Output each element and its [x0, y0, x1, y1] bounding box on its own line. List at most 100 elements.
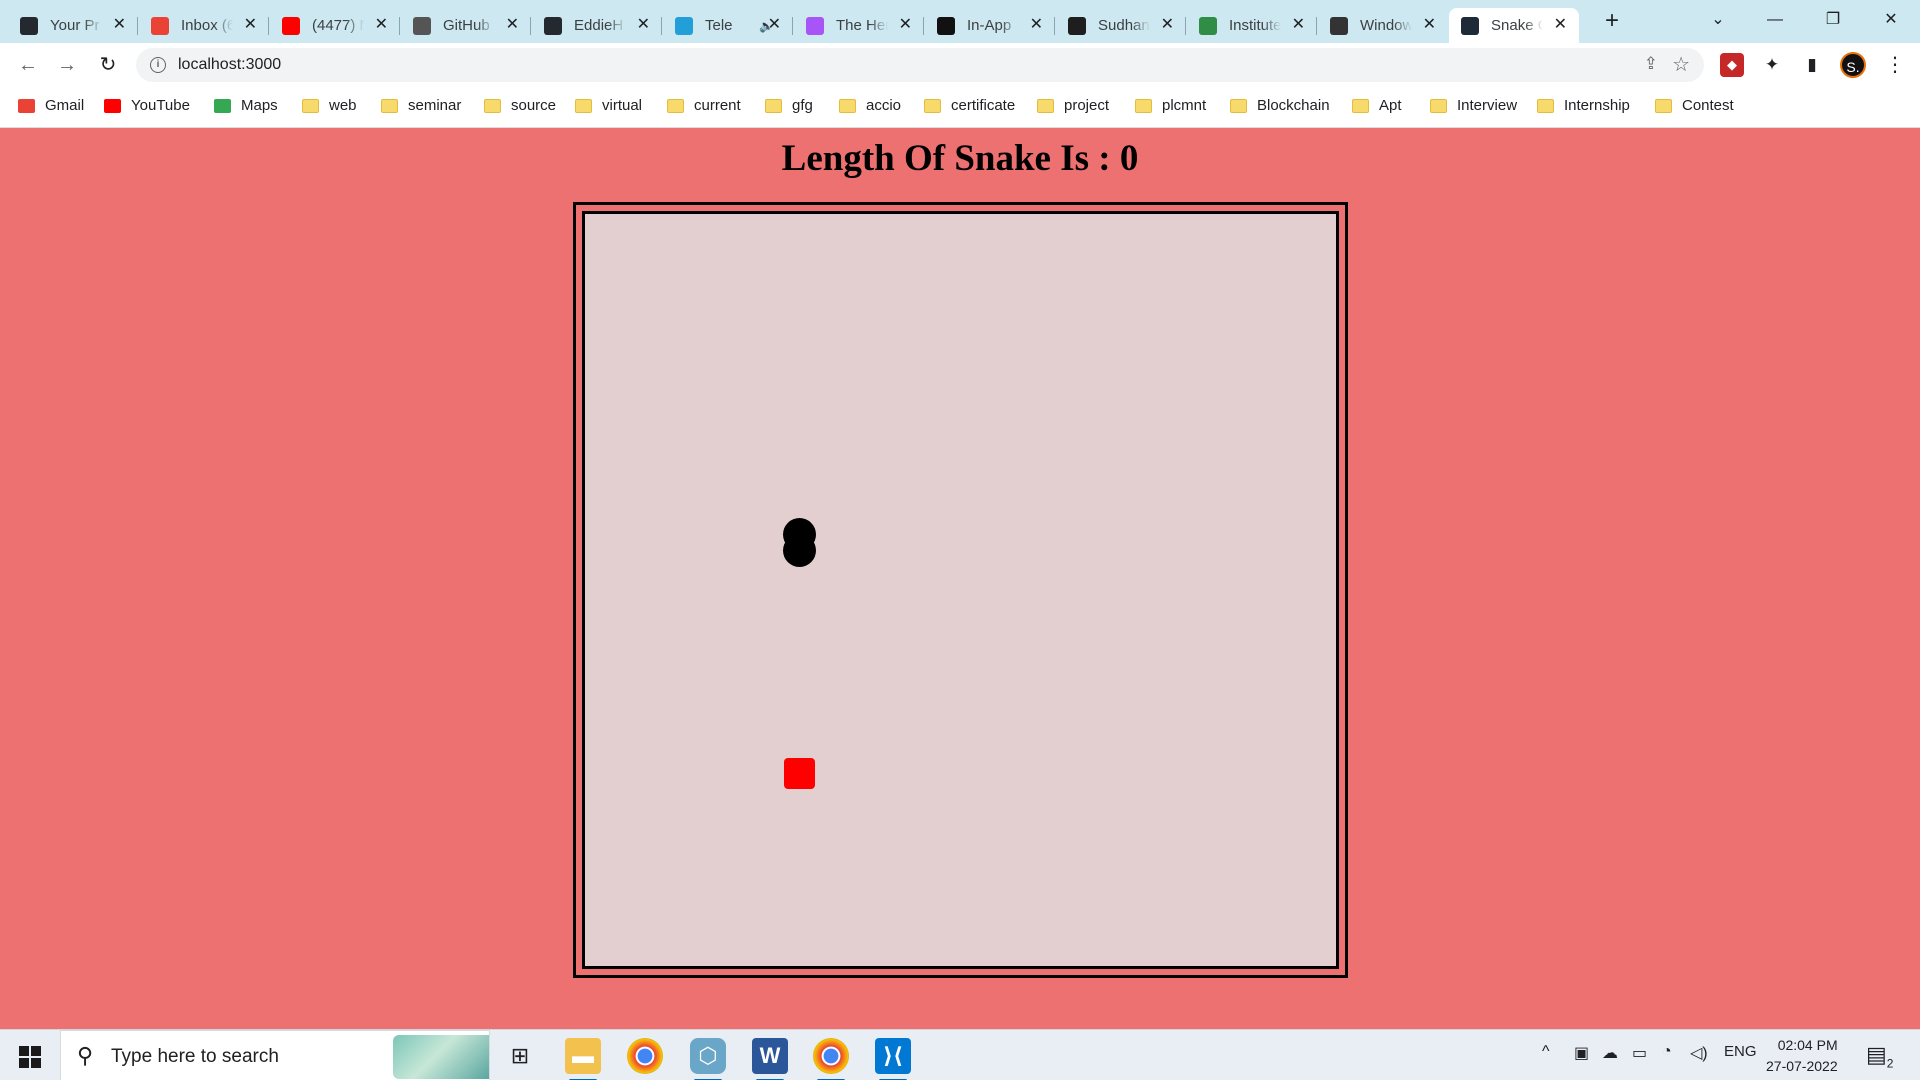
- browser-tab[interactable]: (4477) N ✕: [270, 8, 400, 43]
- folder-icon: [765, 98, 782, 113]
- bookmark-label: project: [1064, 97, 1110, 114]
- windows-start-icon[interactable]: [19, 1046, 41, 1068]
- bookmark-folder[interactable]: virtual: [575, 97, 642, 114]
- tab-separator: [1316, 17, 1317, 35]
- forward-button[interactable]: →: [53, 51, 81, 79]
- browser-tab[interactable]: Institute ✕: [1187, 8, 1317, 43]
- tab-close-icon[interactable]: ✕: [1423, 17, 1436, 33]
- battery-icon[interactable]: ▭: [1632, 1043, 1647, 1063]
- chrome-icon[interactable]: [627, 1038, 663, 1074]
- browser-menu-icon[interactable]: ⋮: [1885, 51, 1905, 79]
- tab-close-icon[interactable]: ✕: [768, 17, 781, 33]
- tab-label: Sudhan: [1098, 17, 1150, 34]
- address-bar[interactable]: i localhost:3000 ⇪ ☆: [136, 48, 1704, 82]
- language-indicator[interactable]: ENG: [1724, 1043, 1757, 1060]
- clock-date: 27-07-2022: [1766, 1058, 1838, 1074]
- taskbar-search-box[interactable]: ⚲ Type here to search: [60, 1030, 490, 1080]
- file-explorer-icon[interactable]: ▬: [565, 1038, 601, 1080]
- bookmark-link[interactable]: Gmail: [18, 97, 84, 114]
- side-panel-icon[interactable]: ▮: [1800, 53, 1824, 77]
- tab-close-icon[interactable]: ✕: [637, 17, 650, 33]
- bookmark-folder[interactable]: web: [302, 97, 357, 114]
- browser-toolbar: ← → ↻ i localhost:3000 ⇪ ☆ ◆ ✦ ▮ S. ⋮: [0, 43, 1920, 86]
- extensions-puzzle-icon[interactable]: ✦: [1760, 53, 1784, 77]
- taskbar-clock[interactable]: 02:04 PM 27-07-2022: [1766, 1035, 1838, 1077]
- tab-close-icon[interactable]: ✕: [1554, 17, 1567, 33]
- tab-close-icon[interactable]: ✕: [1030, 17, 1043, 33]
- bookmark-folder[interactable]: project: [1037, 97, 1109, 114]
- wifi-icon[interactable]: ◔: [1662, 1043, 1672, 1061]
- bookmark-folder[interactable]: Apt: [1352, 97, 1402, 114]
- meet-now-icon[interactable]: ▣: [1574, 1043, 1589, 1063]
- restore-button[interactable]: ❐: [1818, 6, 1848, 34]
- task-view-icon[interactable]: ⊞: [502, 1038, 538, 1074]
- browser-tab[interactable]: The Her ✕: [794, 8, 924, 43]
- bookmark-star-icon[interactable]: ☆: [1672, 52, 1690, 77]
- tab-close-icon[interactable]: ✕: [899, 17, 912, 33]
- bookmark-folder[interactable]: certificate: [924, 97, 1015, 114]
- bookmark-folder[interactable]: Internship: [1537, 97, 1630, 114]
- notification-center-icon[interactable]: ▤2: [1866, 1042, 1893, 1070]
- bookmark-folder[interactable]: Blockchain: [1230, 97, 1330, 114]
- bookmark-folder[interactable]: seminar: [381, 97, 461, 114]
- windows-taskbar: ⚲ Type here to search ⊞ ▬ ⬡ W ⟩⟨ ^ ▣ ☁ ▭…: [0, 1029, 1920, 1080]
- bookmark-label: YouTube: [131, 97, 190, 114]
- profile-avatar[interactable]: S.: [1840, 52, 1866, 78]
- address-url[interactable]: localhost:3000: [178, 56, 281, 74]
- tab-close-icon[interactable]: ✕: [113, 17, 126, 33]
- show-hidden-icons[interactable]: ^: [1542, 1043, 1550, 1061]
- tab-label: In-App: [967, 17, 1012, 34]
- tab-close-icon[interactable]: ✕: [1292, 17, 1305, 33]
- chrome-active-icon[interactable]: [813, 1038, 849, 1080]
- new-tab-button[interactable]: +: [1598, 8, 1626, 36]
- bookmark-link[interactable]: Maps: [214, 97, 278, 114]
- bookmark-folder[interactable]: accio: [839, 97, 901, 114]
- browser-tab[interactable]: Snake G ✕: [1449, 8, 1579, 43]
- tab-search-button[interactable]: ⌄: [1703, 6, 1733, 34]
- tab-close-icon[interactable]: ✕: [244, 17, 257, 33]
- bookmark-label: web: [329, 97, 357, 114]
- bookmark-folder[interactable]: Contest: [1655, 97, 1734, 114]
- vscode-icon[interactable]: ⟩⟨: [875, 1038, 911, 1080]
- app-cube-icon[interactable]: ⬡: [690, 1038, 726, 1080]
- search-highlight-art: [393, 1035, 489, 1079]
- browser-tab[interactable]: Sudhan ✕: [1056, 8, 1186, 43]
- site-info-icon[interactable]: i: [150, 57, 166, 73]
- folder-icon: [667, 98, 684, 113]
- reload-button[interactable]: ↻: [94, 51, 122, 79]
- word-icon[interactable]: W: [752, 1038, 788, 1080]
- browser-tab[interactable]: GitHub ✕: [401, 8, 531, 43]
- bookmark-folder[interactable]: plcmnt: [1135, 97, 1206, 114]
- bookmark-label: source: [511, 97, 557, 114]
- share-icon[interactable]: ⇪: [1644, 54, 1658, 74]
- browser-tab[interactable]: Inbox (6 ✕: [139, 8, 269, 43]
- bookmark-label: seminar: [408, 97, 462, 114]
- back-button[interactable]: ←: [14, 51, 42, 79]
- wikipedia-icon: [1330, 16, 1348, 35]
- minimize-button[interactable]: —: [1760, 6, 1790, 34]
- bookmark-label: Apt: [1379, 97, 1402, 114]
- browser-tab[interactable]: In-App ✕: [925, 8, 1055, 43]
- bookmark-folder[interactable]: source: [484, 97, 556, 114]
- browser-tab[interactable]: EddieH ✕: [532, 8, 662, 43]
- browser-tab[interactable]: Your Pr ✕: [8, 8, 138, 43]
- bookmark-folder[interactable]: gfg: [765, 97, 813, 114]
- onedrive-icon[interactable]: ☁: [1602, 1043, 1618, 1063]
- bookmark-folder[interactable]: Interview: [1430, 97, 1517, 114]
- tab-label: Window: [1360, 17, 1412, 34]
- clock-time: 02:04 PM: [1777, 1037, 1838, 1053]
- bookmark-folder[interactable]: current: [667, 97, 741, 114]
- tab-close-icon[interactable]: ✕: [375, 17, 388, 33]
- volume-icon[interactable]: ◁): [1690, 1043, 1708, 1063]
- snake-length-title: Length Of Snake Is : 0: [781, 138, 1139, 179]
- browser-tab[interactable]: Tele 🔈 ✕: [663, 8, 793, 43]
- tab-close-icon[interactable]: ✕: [1161, 17, 1174, 33]
- browser-tab[interactable]: Window ✕: [1318, 8, 1448, 43]
- folder-icon: [1230, 98, 1247, 113]
- tab-close-icon[interactable]: ✕: [506, 17, 519, 33]
- tab-label: Institute: [1229, 17, 1281, 34]
- close-window-button[interactable]: ✕: [1876, 6, 1906, 34]
- folder-icon: [1537, 98, 1554, 113]
- bookmark-link[interactable]: YouTube: [104, 97, 190, 114]
- extension-icon[interactable]: ◆: [1720, 53, 1744, 77]
